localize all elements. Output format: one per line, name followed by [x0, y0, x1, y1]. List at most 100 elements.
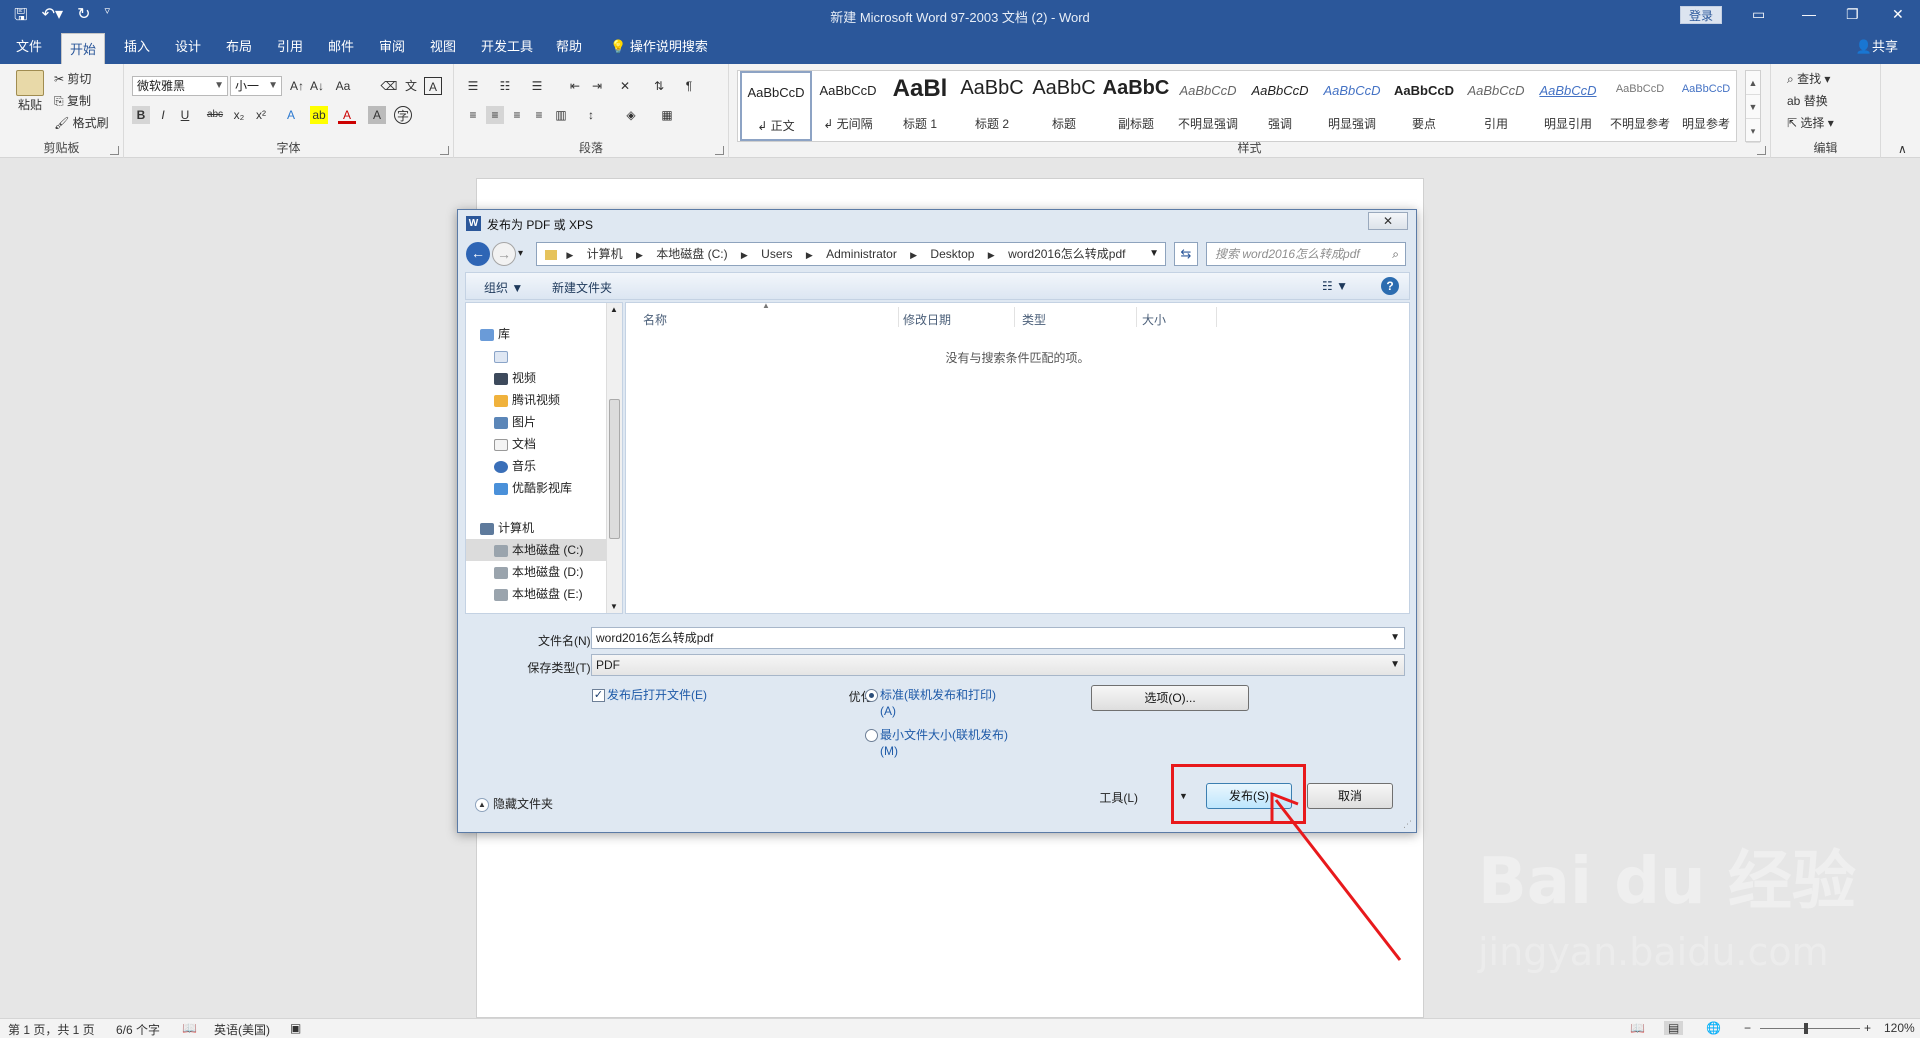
column-type[interactable]: 类型	[1022, 311, 1046, 328]
breadcrumb-computer[interactable]: 计算机	[587, 243, 623, 265]
underline-icon[interactable]: U	[176, 106, 194, 124]
login-button[interactable]: 登录	[1680, 6, 1722, 24]
phonetic-guide-icon[interactable]: 文	[402, 77, 420, 95]
style-title[interactable]: AaBbC 标题	[1028, 71, 1100, 141]
restore-icon[interactable]: ❐	[1846, 6, 1859, 23]
back-arrow-icon[interactable]: ←	[466, 242, 490, 266]
format-painter-button[interactable]: 🖌 格式刷	[54, 114, 109, 131]
font-launcher[interactable]	[440, 146, 449, 155]
replace-button[interactable]: ab 替换	[1787, 92, 1828, 109]
italic-icon[interactable]: I	[154, 106, 172, 124]
breadcrumb-desktop[interactable]: Desktop	[930, 243, 974, 265]
zoom-in-icon[interactable]: +	[1864, 1021, 1871, 1035]
optimize-standard-radio[interactable]	[865, 689, 878, 702]
align-right-icon[interactable]: ≡	[508, 106, 526, 124]
distributed-icon[interactable]: ▥	[552, 106, 570, 124]
increase-indent-icon[interactable]: ⇥	[588, 77, 606, 95]
resize-grip-icon[interactable]: ⋰	[1403, 819, 1412, 830]
breadcrumb-drive-c[interactable]: 本地磁盘 (C:)	[656, 243, 727, 265]
multilevel-list-icon[interactable]: ☰	[528, 77, 546, 95]
open-after-label[interactable]: 发布后打开文件(E)	[607, 687, 707, 703]
style-subtle-emphasis[interactable]: AaBbCcD 不明显强调	[1172, 71, 1244, 141]
optimize-standard-label[interactable]: 标准(联机发布和打印)(A)	[880, 687, 1008, 719]
tab-developer[interactable]: 开发工具	[473, 30, 541, 64]
column-date[interactable]: 修改日期	[903, 311, 951, 328]
style-intense-quote[interactable]: AaBbCcD 明显引用	[1532, 71, 1604, 141]
recent-locations-icon[interactable]: ▾	[518, 248, 523, 259]
style-emphasis[interactable]: AaBbCcD 强调	[1244, 71, 1316, 141]
breadcrumb-administrator[interactable]: Administrator	[826, 243, 897, 265]
hide-folders-toggle[interactable]: ▲ 隐藏文件夹	[475, 795, 553, 812]
styles-gallery-scroll[interactable]: ▲ ▼ ▾	[1745, 70, 1761, 143]
find-button[interactable]: ⌕ 查找 ▾	[1787, 70, 1830, 87]
view-options-icon[interactable]: ☷ ▼	[1322, 279, 1348, 293]
scroll-down-icon[interactable]: ▼	[610, 602, 618, 611]
nav-scrollbar[interactable]: ▲ ▼	[606, 303, 622, 613]
print-layout-icon[interactable]: ▤	[1664, 1021, 1684, 1035]
tab-references[interactable]: 引用	[269, 30, 311, 64]
styles-launcher[interactable]	[1757, 146, 1766, 155]
grow-font-icon[interactable]: A↑	[288, 77, 306, 95]
clipboard-launcher[interactable]	[110, 146, 119, 155]
scroll-up-icon[interactable]: ▲	[1746, 71, 1760, 95]
forward-arrow-icon[interactable]: →	[492, 242, 516, 266]
zoom-thumb[interactable]	[1804, 1023, 1808, 1034]
refresh-icon[interactable]: ⇆	[1174, 242, 1198, 266]
column-size[interactable]: 大小	[1142, 311, 1166, 328]
font-name-dropdown[interactable]: 微软雅黑 ▼	[132, 76, 228, 96]
nav-music[interactable]: 音乐	[494, 455, 622, 477]
nav-library-item[interactable]	[494, 345, 622, 367]
read-mode-icon[interactable]: 📖	[1630, 1021, 1645, 1035]
collapse-ribbon-icon[interactable]: ∧	[1898, 142, 1907, 156]
bold-icon[interactable]: B	[132, 106, 150, 124]
cancel-button[interactable]: 取消	[1307, 783, 1393, 809]
change-case-icon[interactable]: Aa	[334, 77, 352, 95]
word-count[interactable]: 6/6 个字	[116, 1021, 160, 1038]
scroll-down-icon[interactable]: ▼	[1746, 95, 1760, 119]
gallery-expand-icon[interactable]: ▾	[1746, 119, 1760, 143]
text-effects-icon[interactable]: A	[282, 106, 300, 124]
paste-button[interactable]: 粘贴	[14, 70, 46, 113]
highlight-icon[interactable]: ab	[310, 106, 328, 124]
organize-button[interactable]: 组织 ▼	[484, 279, 523, 296]
nav-drive-e[interactable]: 本地磁盘 (E:)	[494, 583, 622, 605]
numbering-icon[interactable]: ☷	[496, 77, 514, 95]
clear-format-icon[interactable]: ⌫	[380, 77, 398, 95]
shrink-font-icon[interactable]: A↓	[308, 77, 326, 95]
style-heading-1[interactable]: AaBl 标题 1	[884, 71, 956, 141]
nav-documents[interactable]: 文档	[494, 433, 622, 455]
enclose-char-icon[interactable]: 字	[394, 106, 412, 124]
nav-drive-d[interactable]: 本地磁盘 (D:)	[494, 561, 622, 583]
filetype-select[interactable]: PDF ▼	[591, 654, 1405, 676]
char-border-icon[interactable]: A	[424, 77, 442, 95]
paragraph-launcher[interactable]	[715, 146, 724, 155]
chevron-down-icon[interactable]: ▼	[1149, 243, 1159, 265]
tab-view[interactable]: 视图	[422, 30, 464, 64]
breadcrumb-users[interactable]: Users	[761, 243, 792, 265]
strikethrough-icon[interactable]: abc	[206, 106, 224, 124]
nav-youku[interactable]: 优酷影视库	[494, 477, 622, 499]
scroll-thumb[interactable]	[609, 399, 620, 539]
zoom-level[interactable]: 120%	[1884, 1021, 1915, 1035]
tab-mailings[interactable]: 邮件	[320, 30, 362, 64]
style-subtle-reference[interactable]: AaBbCcD 不明显参考	[1604, 71, 1676, 141]
decrease-indent-icon[interactable]: ⇤	[566, 77, 584, 95]
sort-icon[interactable]: ⇅	[650, 77, 668, 95]
align-center-icon[interactable]: ≡	[486, 106, 504, 124]
font-color-icon[interactable]: A	[338, 106, 356, 124]
zoom-out-icon[interactable]: −	[1744, 1021, 1751, 1035]
style-intense-emphasis[interactable]: AaBbCcD 明显强调	[1316, 71, 1388, 141]
column-name[interactable]: 名称	[643, 311, 667, 328]
zoom-slider[interactable]	[1760, 1028, 1860, 1029]
proofing-icon[interactable]: 📖	[182, 1021, 197, 1035]
copy-button[interactable]: ⎘ 复制	[54, 92, 91, 109]
style-intense-reference[interactable]: AaBbCcD 明显参考	[1676, 71, 1736, 141]
style-normal[interactable]: AaBbCcD ↲ 正文	[740, 71, 812, 141]
breadcrumb-current-folder[interactable]: word2016怎么转成pdf	[1008, 243, 1125, 265]
close-icon[interactable]: ✕	[1892, 6, 1904, 23]
filename-input[interactable]: word2016怎么转成pdf ▼	[591, 627, 1405, 649]
search-input[interactable]: 搜索 word2016怎么转成pdf ⌕	[1206, 242, 1406, 266]
nav-tencent-video[interactable]: 腾讯视频	[494, 389, 622, 411]
nav-library[interactable]: 库	[480, 323, 620, 345]
nav-computer[interactable]: 计算机	[480, 517, 620, 539]
